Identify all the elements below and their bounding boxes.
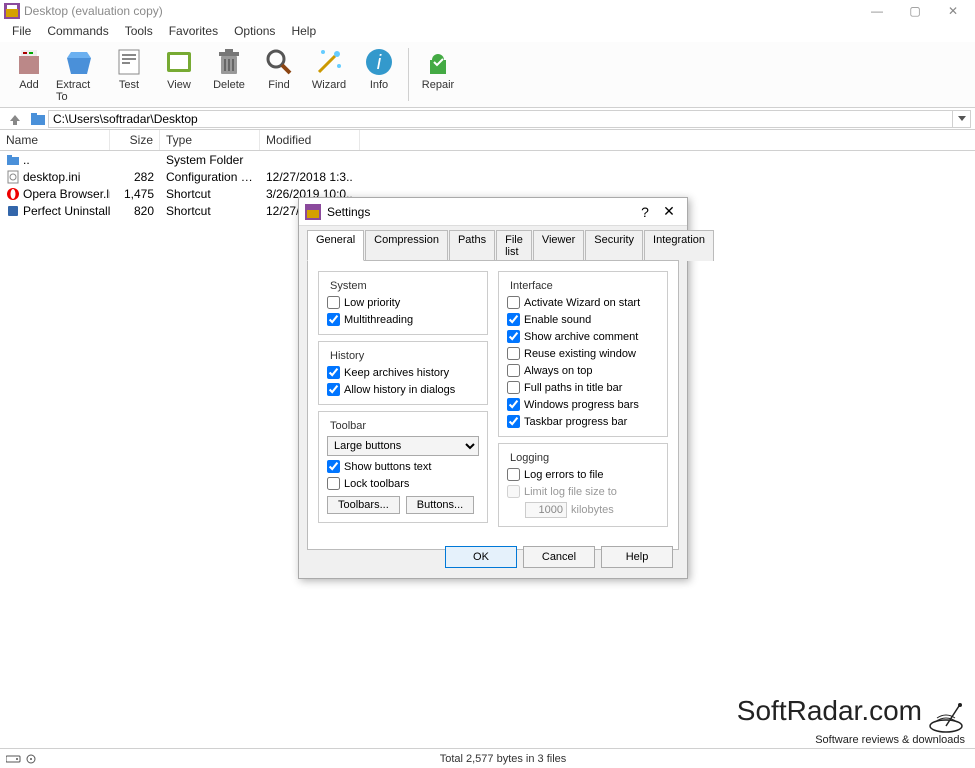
app-icon (4, 3, 20, 19)
limit-log-checkbox[interactable]: Limit log file size to (507, 485, 659, 498)
column-size[interactable]: Size (110, 130, 160, 150)
tab-paths[interactable]: Paths (449, 230, 495, 261)
logging-group: Logging Log errors to file Limit log fil… (498, 443, 668, 527)
log-errors-checkbox[interactable]: Log errors to file (507, 468, 659, 481)
keep-history-checkbox[interactable]: Keep archives history (327, 366, 479, 379)
info-icon: i (363, 46, 395, 78)
allow-history-checkbox[interactable]: Allow history in dialogs (327, 383, 479, 396)
menu-file[interactable]: File (4, 22, 39, 42)
add-icon (13, 46, 45, 78)
toolbar-separator (408, 48, 409, 101)
repair-icon (422, 46, 454, 78)
reuse-checkbox[interactable]: Reuse existing window (507, 347, 659, 360)
add-button[interactable]: Add (4, 44, 54, 105)
help-button[interactable]: Help (601, 546, 673, 568)
winprog-checkbox[interactable]: Windows progress bars (507, 398, 659, 411)
address-dropdown[interactable] (953, 110, 971, 128)
menu-commands[interactable]: Commands (39, 22, 116, 42)
sound-checkbox[interactable]: Enable sound (507, 313, 659, 326)
ontop-checkbox[interactable]: Always on top (507, 364, 659, 377)
settings-icon (305, 204, 321, 220)
tab-file-list[interactable]: File list (496, 230, 532, 261)
extract-button[interactable]: Extract To (54, 44, 104, 105)
tab-integration[interactable]: Integration (644, 230, 714, 261)
watermark: SoftRadar.com Software reviews & downloa… (737, 695, 965, 746)
disk-icon (6, 754, 37, 764)
dialog-close-button[interactable]: ✕ (657, 200, 681, 224)
window-title: Desktop (evaluation copy) (24, 4, 867, 18)
dialog-panel: System Low priority Multithreading Histo… (307, 260, 679, 550)
view-icon (163, 46, 195, 78)
toolbars-button[interactable]: Toolbars... (327, 496, 400, 514)
repair-button[interactable]: Repair (413, 44, 463, 105)
test-icon (113, 46, 145, 78)
system-group: System Low priority Multithreading (318, 271, 488, 335)
toolbar-size-select[interactable]: Large buttons (327, 436, 479, 456)
address-bar (0, 108, 975, 130)
comment-checkbox[interactable]: Show archive comment (507, 330, 659, 343)
menu-favorites[interactable]: Favorites (161, 22, 226, 42)
tab-compression[interactable]: Compression (365, 230, 448, 261)
dialog-title: Settings (327, 205, 633, 219)
toolbar: Add Extract To Test View Delete Find Wiz… (0, 42, 975, 108)
menu-help[interactable]: Help (283, 22, 324, 42)
column-modified[interactable]: Modified (260, 130, 360, 150)
column-name[interactable]: Name (0, 130, 110, 150)
interface-group: Interface Activate Wizard on start Enabl… (498, 271, 668, 437)
log-size-input[interactable] (525, 502, 567, 518)
info-button[interactable]: i Info (354, 44, 404, 105)
titlebar: Desktop (evaluation copy) — ▢ ✕ (0, 0, 975, 22)
maximize-button[interactable]: ▢ (905, 1, 925, 21)
close-button[interactable]: ✕ (943, 1, 963, 21)
settings-dialog: Settings ? ✕ GeneralCompressionPathsFile… (298, 197, 688, 579)
buttons-button[interactable]: Buttons... (406, 496, 474, 514)
test-button[interactable]: Test (104, 44, 154, 105)
show-text-checkbox[interactable]: Show buttons text (327, 460, 479, 473)
svg-text:i: i (377, 52, 382, 74)
dialog-help-button[interactable]: ? (633, 200, 657, 224)
history-group: History Keep archives history Allow hist… (318, 341, 488, 405)
menubar: File Commands Tools Favorites Options He… (0, 22, 975, 42)
delete-icon (213, 46, 245, 78)
wizard-button[interactable]: Wizard (304, 44, 354, 105)
minimize-button[interactable]: — (867, 1, 887, 21)
multithreading-checkbox[interactable]: Multithreading (327, 313, 479, 326)
dialog-tabs: GeneralCompressionPathsFile listViewerSe… (299, 226, 687, 261)
taskbar-checkbox[interactable]: Taskbar progress bar (507, 415, 659, 428)
table-row[interactable]: desktop.ini282Configuration setti..12/27… (0, 168, 975, 185)
toolbar-group: Toolbar Large buttons Show buttons text … (318, 411, 488, 523)
cancel-button[interactable]: Cancel (523, 546, 595, 568)
tab-security[interactable]: Security (585, 230, 643, 261)
menu-tools[interactable]: Tools (117, 22, 161, 42)
lock-toolbars-checkbox[interactable]: Lock toolbars (327, 477, 479, 490)
folder-icon (30, 111, 46, 127)
delete-button[interactable]: Delete (204, 44, 254, 105)
column-type[interactable]: Type (160, 130, 260, 150)
up-button[interactable] (4, 110, 26, 128)
low-priority-checkbox[interactable]: Low priority (327, 296, 479, 309)
status-text: Total 2,577 bytes in 3 files (37, 753, 969, 765)
view-button[interactable]: View (154, 44, 204, 105)
dialog-titlebar[interactable]: Settings ? ✕ (299, 198, 687, 226)
menu-options[interactable]: Options (226, 22, 283, 42)
status-bar: Total 2,577 bytes in 3 files (0, 748, 975, 768)
tab-viewer[interactable]: Viewer (533, 230, 584, 261)
table-row[interactable]: ..System Folder (0, 151, 975, 168)
find-button[interactable]: Find (254, 44, 304, 105)
address-input[interactable] (48, 110, 953, 128)
tab-general[interactable]: General (307, 230, 364, 261)
ok-button[interactable]: OK (445, 546, 517, 568)
wizard-icon (313, 46, 345, 78)
extract-icon (63, 46, 95, 78)
wizard-checkbox[interactable]: Activate Wizard on start (507, 296, 659, 309)
find-icon (263, 46, 295, 78)
file-list-header: Name Size Type Modified (0, 130, 975, 151)
fullpaths-checkbox[interactable]: Full paths in title bar (507, 381, 659, 394)
